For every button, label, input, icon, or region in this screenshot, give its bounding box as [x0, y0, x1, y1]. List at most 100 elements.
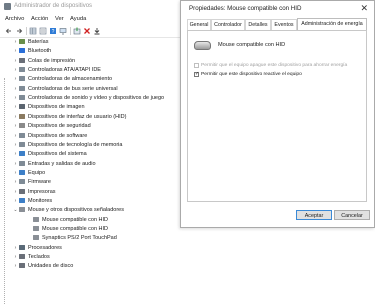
tree-item-label: Unidades de disco: [28, 263, 74, 270]
tree-category-item[interactable]: › Colas de impresión: [12, 57, 75, 66]
tab-controlador[interactable]: Controlador: [211, 19, 245, 30]
collapse-chevron-icon[interactable]: ›: [12, 47, 19, 56]
tree-category-item[interactable]: › Controladoras de almacenamiento: [12, 75, 112, 84]
power-management-panel: [187, 30, 367, 202]
tree-category-item[interactable]: › Dispositivos de interfaz de usuario (HI…: [12, 113, 126, 122]
expand-chevron-icon[interactable]: ⌄: [12, 206, 19, 215]
menu-bar: Archivo Acción Ver Ayuda: [0, 14, 180, 25]
forward-arrow-icon[interactable]: [15, 27, 23, 35]
collapse-chevron-icon[interactable]: ›: [12, 178, 19, 187]
tree-category-item[interactable]: › Dispositivos de tecnología de memoria: [12, 141, 122, 150]
help-icon[interactable]: ?: [49, 27, 57, 35]
tree-item-label: Bluetooth: [28, 48, 52, 55]
ok-button[interactable]: Aceptar: [296, 210, 332, 220]
mouse-icon: [194, 41, 211, 50]
tree-item-label: Mouse compatible con HID: [42, 226, 109, 232]
tree-category-item[interactable]: › Dispositivos de software: [12, 132, 87, 141]
collapse-chevron-icon[interactable]: ›: [12, 150, 19, 159]
collapse-chevron-icon[interactable]: ›: [12, 197, 19, 206]
tree-category-item[interactable]: › Controladoras de bus serie universal: [12, 85, 118, 94]
device-category-icon: [19, 95, 25, 101]
toolbar-divider: [26, 27, 27, 35]
tree-item-label: Colas de impresión: [28, 57, 76, 64]
device-category-icon: [19, 254, 25, 260]
update-driver-icon[interactable]: [73, 27, 81, 35]
collapse-chevron-icon[interactable]: ›: [12, 57, 19, 66]
tree-child-item[interactable]: Synaptics PS/2 Port TouchPad: [33, 234, 117, 243]
collapse-chevron-icon[interactable]: ›: [12, 122, 19, 131]
device-category-icon: [33, 216, 39, 222]
tree-category-item[interactable]: › Bluetooth: [12, 47, 51, 56]
dialog-title: Propiedades: Mouse compatible con HID: [189, 5, 302, 12]
tree-category-item[interactable]: › Firmware: [12, 178, 51, 187]
monitor-icon[interactable]: [59, 27, 67, 35]
collapse-chevron-icon[interactable]: ›: [12, 85, 19, 94]
collapse-chevron-icon[interactable]: ›: [12, 160, 19, 169]
device-category-icon: [19, 141, 25, 147]
tree-item-label: Controladoras de sonido y vídeo y dispos…: [28, 95, 165, 102]
tree-category-item[interactable]: › Dispositivos de seguridad: [12, 122, 91, 131]
tab-general[interactable]: General: [187, 19, 211, 30]
tree-category-item[interactable]: › Unidades de disco: [12, 262, 73, 271]
allow-power-off-checkbox[interactable]: [194, 63, 199, 68]
device-category-icon: [19, 169, 25, 175]
tree-child-item[interactable]: Mouse compatible con HID: [33, 216, 108, 225]
tab-eventos[interactable]: Eventos: [271, 19, 297, 30]
device-category-icon: [19, 67, 25, 73]
tree-category-item[interactable]: ⌄ Mouse y otros dispositivos señaladores: [12, 206, 124, 215]
tree-item-label: Dispositivos de tecnología de memoria: [28, 141, 123, 148]
tree-category-item[interactable]: › Teclados: [12, 253, 50, 262]
tree-item-label: Dispositivos de interfaz de usuario (HID…: [28, 113, 127, 120]
allow-wake-checkbox[interactable]: ✓: [194, 71, 199, 77]
device-category-icon: [19, 39, 25, 44]
collapse-chevron-icon[interactable]: ›: [12, 141, 19, 150]
tree-category-item[interactable]: › Entradas y salidas de audio: [12, 160, 96, 169]
uninstall-x-icon[interactable]: [83, 27, 91, 35]
tree-item-label: Dispositivos del sistema: [28, 151, 87, 158]
tree-category-item[interactable]: › Dispositivos de imagen: [12, 103, 85, 112]
back-arrow-icon[interactable]: [5, 27, 13, 35]
cancel-button[interactable]: Cancelar: [334, 210, 370, 220]
menu-ver[interactable]: Ver: [55, 16, 64, 22]
tree-item-label: Baterías: [28, 39, 49, 45]
tree-category-item[interactable]: › Impresoras: [12, 188, 56, 197]
collapse-chevron-icon[interactable]: ›: [12, 66, 19, 75]
toolbar-divider: [70, 27, 71, 35]
collapse-chevron-icon[interactable]: ›: [12, 188, 19, 197]
close-icon[interactable]: ✕: [360, 3, 368, 14]
device-category-icon: [19, 188, 25, 194]
collapse-chevron-icon[interactable]: ›: [12, 253, 19, 262]
collapse-chevron-icon[interactable]: ›: [12, 169, 19, 178]
collapse-chevron-icon[interactable]: ›: [12, 103, 19, 112]
collapse-chevron-icon[interactable]: ›: [12, 38, 19, 47]
collapse-chevron-icon[interactable]: ›: [12, 113, 19, 122]
properties-icon[interactable]: [39, 27, 47, 35]
tree-item-label: Entradas y salidas de audio: [28, 160, 96, 167]
tree-category-item[interactable]: › Procesadores: [12, 244, 62, 253]
tree-category-item[interactable]: › Dispositivos del sistema: [12, 150, 87, 159]
menu-archivo[interactable]: Archivo: [5, 16, 24, 22]
tree-item-label: Controladoras de bus serie universal: [28, 85, 118, 92]
menu-accion[interactable]: Acción: [31, 16, 48, 22]
toolbar: ?: [0, 25, 180, 38]
tree-category-item[interactable]: › Baterías: [12, 38, 48, 47]
properties-grid-icon[interactable]: [29, 27, 37, 35]
tree-category-item[interactable]: › Controladoras ATA/ATAPI IDE: [12, 66, 101, 75]
collapse-chevron-icon[interactable]: ›: [12, 132, 19, 141]
collapse-chevron-icon[interactable]: ›: [12, 75, 19, 84]
menu-ayuda[interactable]: Ayuda: [70, 16, 86, 22]
tab-administracion-energia[interactable]: Administración de energía: [297, 18, 367, 30]
device-category-icon: [19, 132, 25, 138]
collapse-chevron-icon[interactable]: ›: [12, 94, 19, 103]
tree-category-item[interactable]: › Equipo: [12, 169, 45, 178]
device-name: Mouse compatible con HID: [218, 42, 286, 48]
scan-download-icon[interactable]: [93, 27, 101, 35]
tab-detalles[interactable]: Detalles: [245, 19, 271, 30]
tree-item-label: Impresoras: [28, 188, 56, 195]
tree-child-item[interactable]: Mouse compatible con HID: [33, 225, 108, 234]
tree-item-label: Synaptics PS/2 Port TouchPad: [42, 235, 117, 242]
collapse-chevron-icon[interactable]: ›: [12, 244, 19, 253]
collapse-chevron-icon[interactable]: ›: [12, 262, 19, 271]
tree-category-item[interactable]: › Controladoras de sonido y vídeo y dispo…: [12, 94, 164, 103]
tree-category-item[interactable]: › Monitores: [12, 197, 52, 206]
